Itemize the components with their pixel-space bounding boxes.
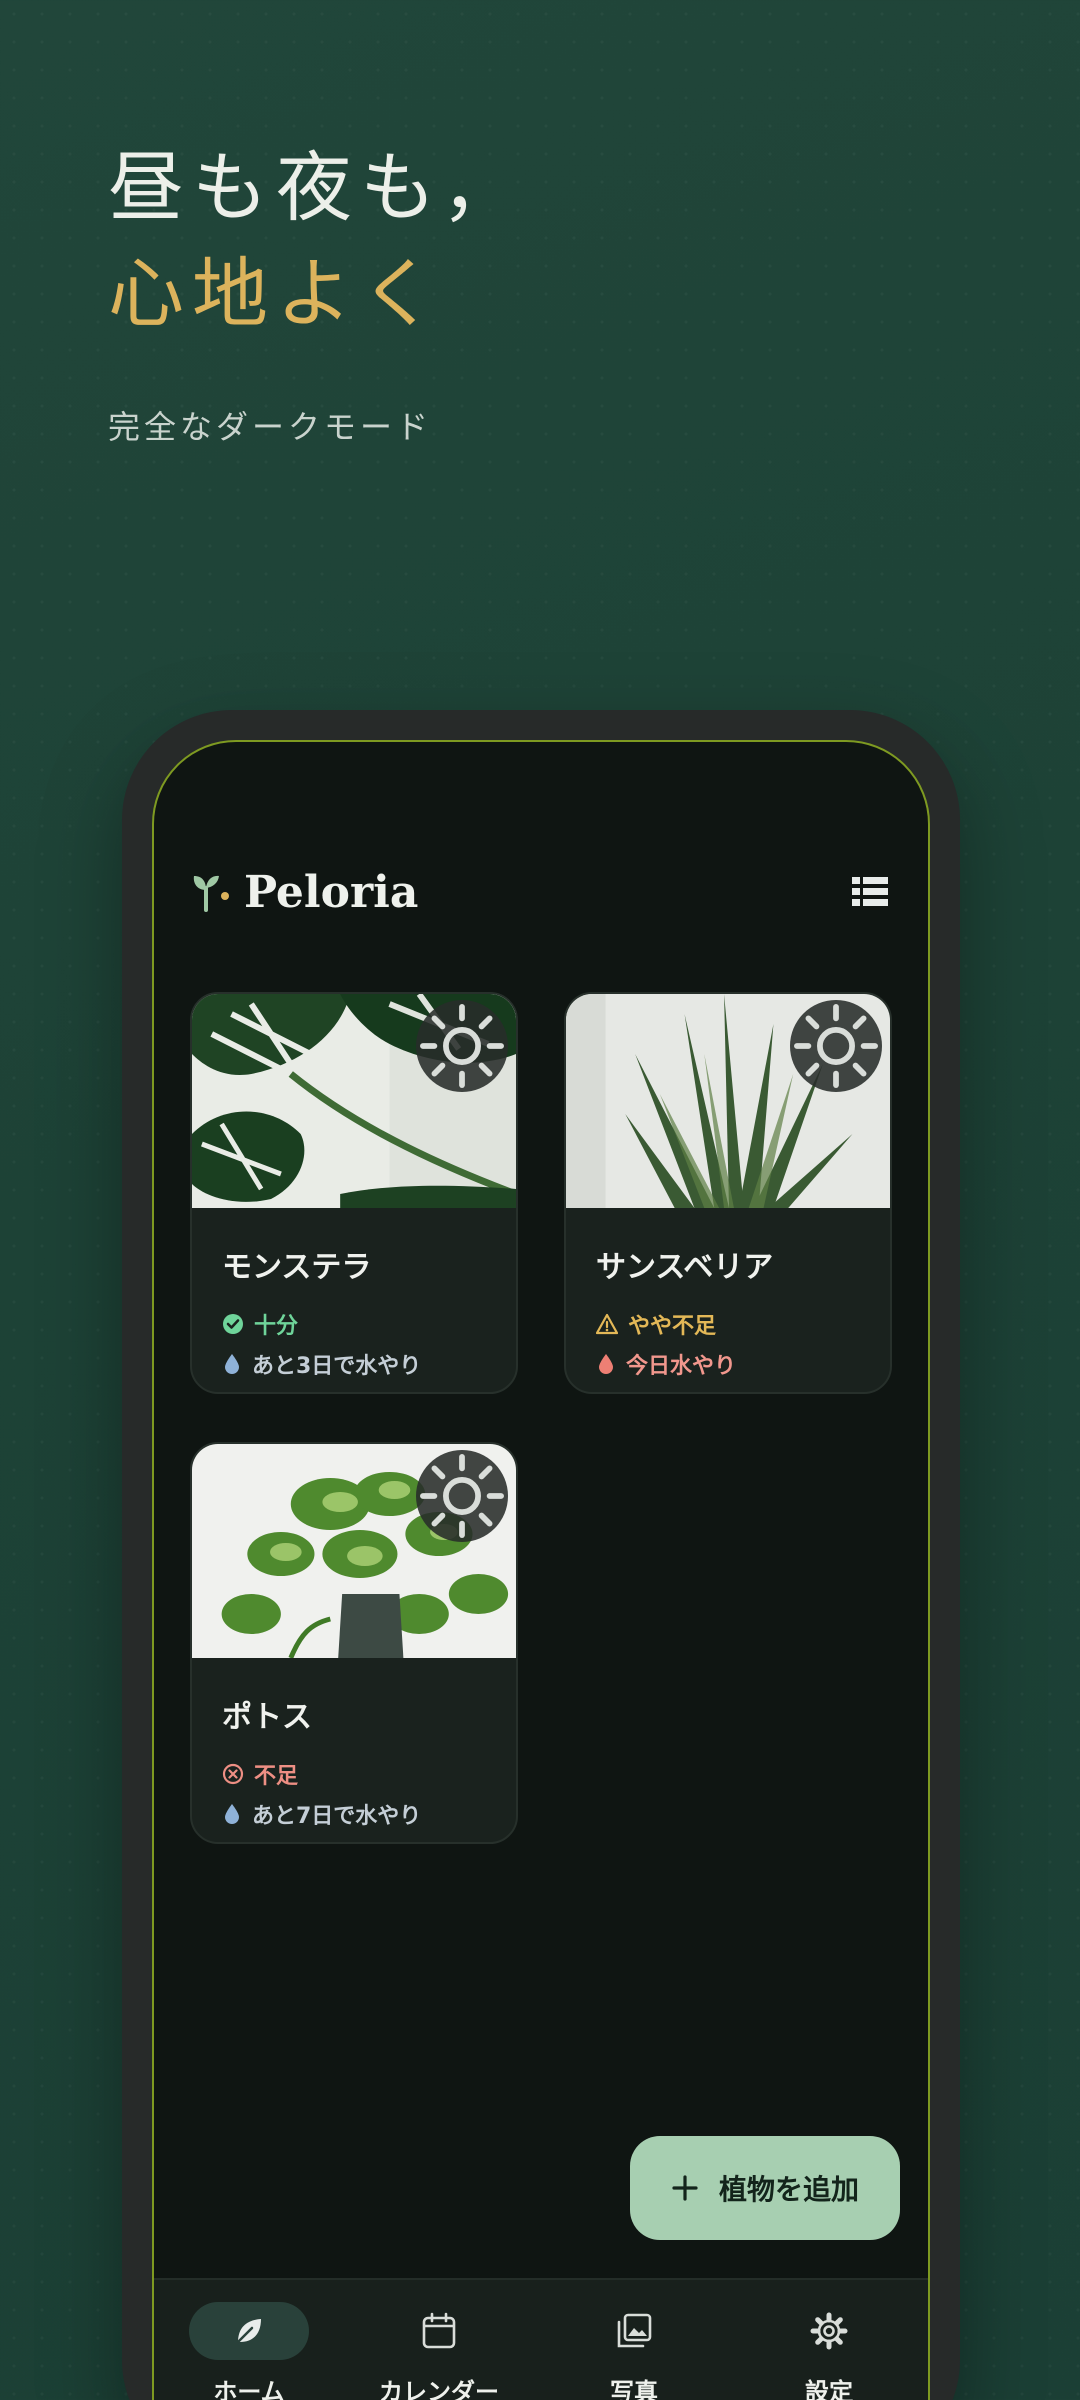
leaf-icon	[236, 2319, 261, 2344]
light-status-text: やや不足	[628, 1314, 717, 1339]
hero: 昼も夜も， 心地よく 完全なダークモード	[108, 138, 525, 448]
plant-name: サンスベリア	[596, 1250, 774, 1285]
brand: Peloria	[190, 866, 418, 918]
plant-card[interactable]: ポトス 不足 あと7日で水やり	[190, 1442, 518, 1844]
add-plant-button[interactable]: 植物を追加	[630, 2136, 900, 2240]
phone-frame: Peloria モンステラ 十分 あと3日で水やり サンスベリア やや不足 今日…	[122, 710, 960, 2400]
watering-text: あと7日で水やり	[252, 1804, 422, 1829]
plant-photo-pothos	[192, 1444, 516, 1658]
nav-item-settings[interactable]: 設定	[734, 2302, 924, 2400]
plant-photo-monstera	[192, 994, 516, 1208]
nav-icon-wrapper	[189, 2302, 309, 2360]
hero-title-line2: 心地よく	[108, 249, 444, 338]
light-status-text: 十分	[254, 1314, 299, 1339]
plant-name: モンステラ	[222, 1250, 372, 1285]
light-status: 十分	[222, 1308, 298, 1340]
list-view-button[interactable]	[848, 870, 892, 914]
phone-screen: Peloria モンステラ 十分 あと3日で水やり サンスベリア やや不足 今日…	[152, 740, 930, 2400]
sun-icon	[794, 1004, 878, 1088]
plant-photo-sansevieria	[566, 994, 890, 1208]
light-status: やや不足	[596, 1308, 716, 1340]
app-name: Peloria	[244, 866, 419, 918]
watering-info: あと3日で水やり	[222, 1348, 421, 1380]
watering-text: あと3日で水やり	[252, 1354, 422, 1379]
list-view-icon	[852, 877, 888, 906]
nav-icon-wrapper	[574, 2302, 694, 2360]
sprout-logo-icon	[190, 866, 234, 918]
add-plant-label: 植物を追加	[718, 2173, 859, 2206]
nav-item-home[interactable]: ホーム	[154, 2302, 344, 2400]
nav-icon-wrapper	[379, 2302, 499, 2360]
sun-icon	[420, 1004, 504, 1088]
nav-label: ホーム	[213, 2378, 285, 2400]
nav-icon-wrapper	[769, 2302, 889, 2360]
calendar-icon	[422, 2312, 456, 2349]
water-drop-icon	[225, 1354, 239, 1374]
nav-item-calendar[interactable]: カレンダー	[344, 2302, 534, 2400]
watering-text: 今日水やり	[626, 1354, 737, 1379]
hero-title-line1: 昼も夜も，	[108, 143, 525, 232]
bottom-navigation: ホーム カレンダー 写真 設定	[154, 2278, 928, 2400]
gear-icon	[810, 2312, 848, 2350]
light-toggle-button[interactable]	[790, 1000, 882, 1092]
nav-item-photos[interactable]: 写真	[539, 2302, 729, 2400]
hero-subtitle: 完全なダークモード	[108, 408, 433, 446]
check-circle-icon	[223, 1314, 243, 1334]
light-status-text: 不足	[254, 1764, 299, 1789]
light-status: 不足	[222, 1758, 298, 1790]
light-toggle-button[interactable]	[416, 1450, 508, 1542]
plant-name: ポトス	[222, 1700, 312, 1735]
nav-label: 設定	[805, 2378, 853, 2400]
plant-card[interactable]: モンステラ 十分 あと3日で水やり	[190, 992, 518, 1394]
watering-info: あと7日で水やり	[222, 1798, 421, 1830]
water-drop-icon	[225, 1804, 239, 1824]
light-toggle-button[interactable]	[416, 1000, 508, 1092]
nav-label: カレンダー	[379, 2378, 499, 2400]
sun-icon	[420, 1454, 504, 1538]
x-circle-icon	[222, 1763, 244, 1785]
warning-icon	[596, 1313, 618, 1335]
app-header: Peloria	[190, 862, 892, 922]
watering-info: 今日水やり	[596, 1348, 736, 1380]
photos-icon	[617, 2313, 652, 2348]
nav-label: 写真	[610, 2378, 658, 2400]
plus-icon	[672, 2175, 698, 2201]
water-drop-icon	[599, 1354, 613, 1374]
plant-card[interactable]: サンスベリア やや不足 今日水やり	[564, 992, 892, 1394]
